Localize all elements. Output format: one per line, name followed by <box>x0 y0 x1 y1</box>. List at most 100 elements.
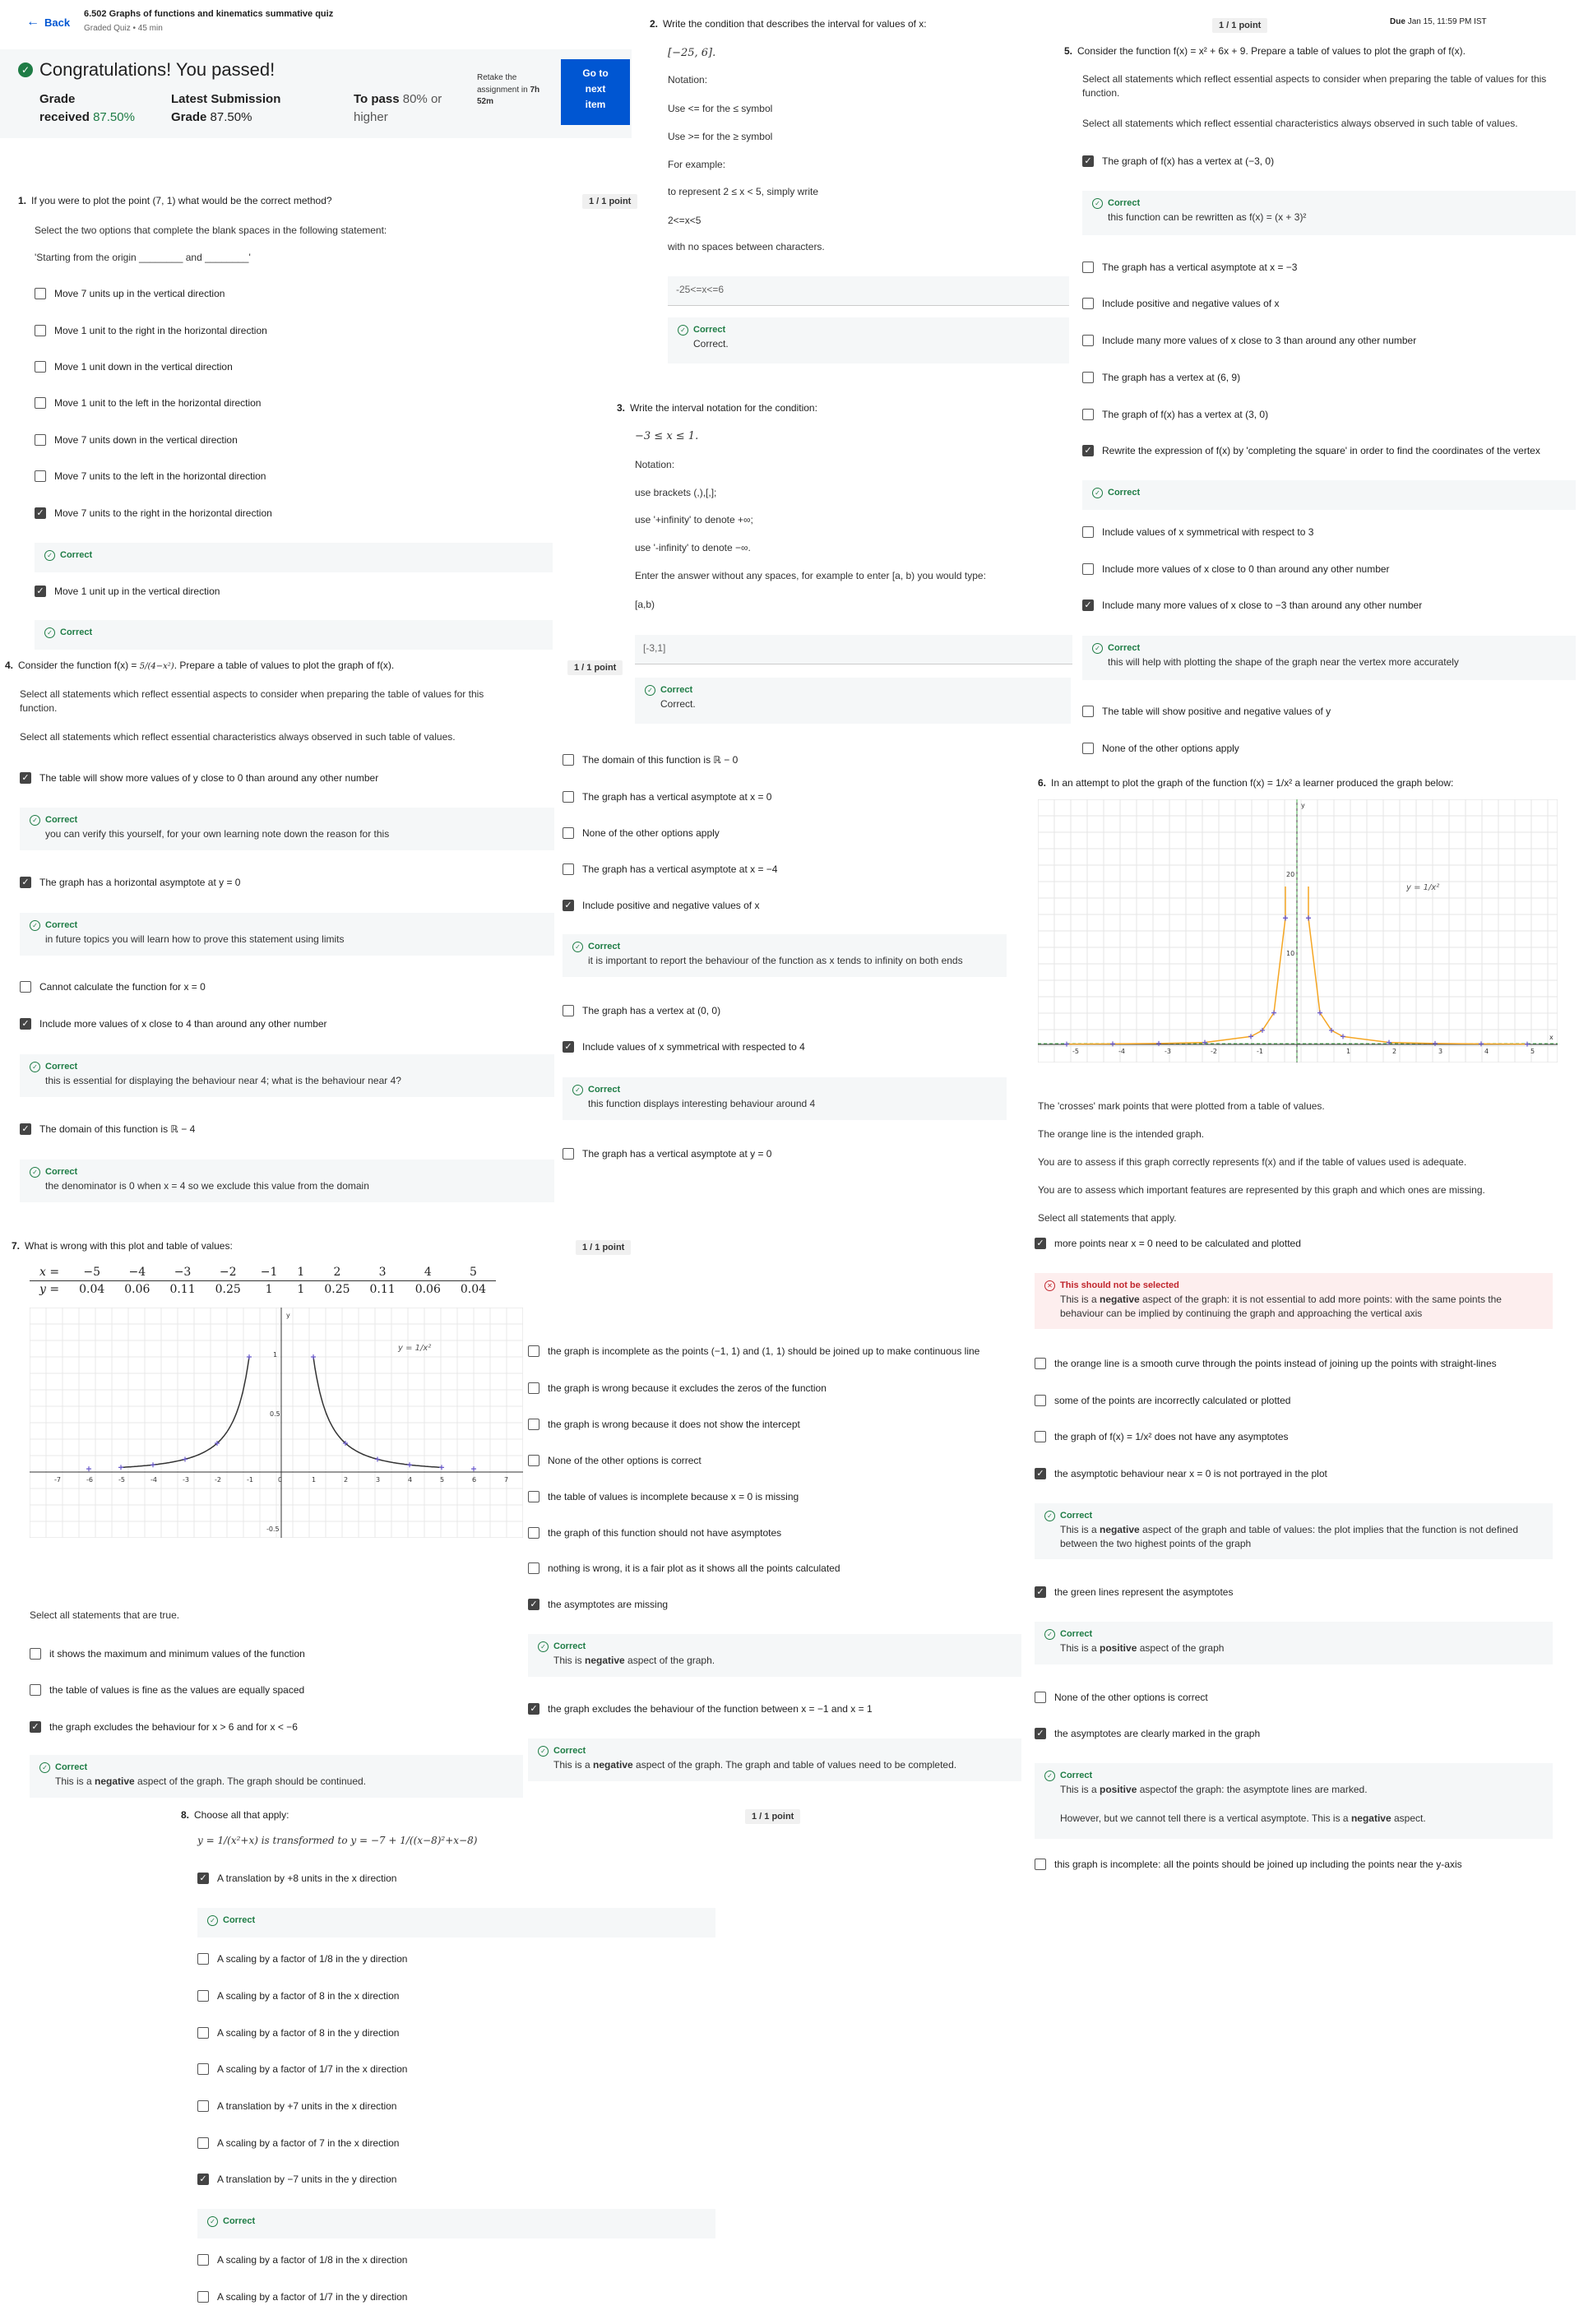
checkbox-checked[interactable]: ✓ <box>1082 155 1094 167</box>
checkbox[interactable] <box>35 470 46 482</box>
q7-option[interactable]: nothing is wrong, it is a fair plot as i… <box>528 1562 840 1574</box>
q4-option[interactable]: ✓ Include values of x symmetrical with re… <box>563 1041 805 1053</box>
checkbox-checked[interactable]: ✓ <box>1035 1468 1046 1479</box>
q4-option[interactable]: ✓ The table will show more values of y cl… <box>20 772 378 784</box>
q8-option[interactable]: ✓ A translation by +8 units in the x dire… <box>197 1873 396 1884</box>
checkbox[interactable] <box>30 1648 41 1660</box>
checkbox[interactable] <box>1035 1395 1046 1406</box>
checkbox[interactable] <box>35 288 46 299</box>
q1-option[interactable]: Move 7 units to the left in the horizont… <box>35 470 266 482</box>
q1-option[interactable]: ✓ Move 7 units to the right in the horizo… <box>35 507 272 519</box>
q8-option[interactable]: A scaling by a factor of 7 in the x dire… <box>197 2137 399 2149</box>
checkbox-checked[interactable]: ✓ <box>20 1018 31 1030</box>
q6-option[interactable]: ✓ the green lines represent the asymptote… <box>1035 1586 1233 1598</box>
checkbox[interactable] <box>563 1148 574 1160</box>
q5-option[interactable]: Include positive and negative values of … <box>1082 298 1279 309</box>
q5-option[interactable]: The graph of f(x) has a vertex at (3, 0) <box>1082 409 1268 420</box>
checkbox[interactable] <box>20 981 31 993</box>
checkbox[interactable] <box>35 434 46 446</box>
q5-option[interactable]: Include values of x symmetrical with res… <box>1082 526 1313 538</box>
checkbox-checked[interactable]: ✓ <box>35 507 46 519</box>
q5-option[interactable]: Include many more values of x close to 3… <box>1082 335 1416 346</box>
q8-option[interactable]: A scaling by a factor of 1/8 in the x di… <box>197 2254 407 2266</box>
q5-option[interactable]: ✓ The graph of f(x) has a vertex at (−3, … <box>1082 155 1274 167</box>
checkbox[interactable] <box>528 1345 539 1357</box>
q6-option[interactable]: ✓ more points near x = 0 need to be calcu… <box>1035 1238 1301 1249</box>
checkbox[interactable] <box>197 2027 209 2039</box>
q8-option[interactable]: ✓ A translation by −7 units in the y dire… <box>197 2174 396 2185</box>
checkbox[interactable] <box>1082 335 1094 346</box>
checkbox[interactable] <box>197 2137 209 2149</box>
q7-option[interactable]: the graph of this function should not ha… <box>528 1527 781 1539</box>
q4-option[interactable]: The graph has a vertex at (0, 0) <box>563 1005 720 1016</box>
q1-option[interactable]: Move 1 unit to the right in the horizont… <box>35 325 267 336</box>
checkbox[interactable] <box>1082 409 1094 420</box>
q1-option[interactable]: Move 1 unit down in the vertical directi… <box>35 361 233 373</box>
checkbox[interactable] <box>1082 262 1094 273</box>
checkbox[interactable] <box>563 791 574 803</box>
checkbox[interactable] <box>1082 526 1094 538</box>
checkbox-checked[interactable]: ✓ <box>20 877 31 888</box>
checkbox[interactable] <box>30 1684 41 1696</box>
q6-option[interactable]: some of the points are incorrectly calcu… <box>1035 1395 1290 1406</box>
back-link[interactable]: ← Back <box>26 15 70 30</box>
checkbox[interactable] <box>197 2291 209 2303</box>
q5-option[interactable]: ✓ Include many more values of x close to … <box>1082 600 1422 611</box>
q1-option[interactable]: Move 7 units up in the vertical directio… <box>35 288 225 299</box>
checkbox[interactable] <box>197 2254 209 2266</box>
checkbox-checked[interactable]: ✓ <box>197 1873 209 1884</box>
q1-option[interactable]: Move 1 unit to the left in the horizonta… <box>35 397 261 409</box>
q8-option[interactable]: A scaling by a factor of 1/8 in the y di… <box>197 1953 407 1965</box>
q8-option[interactable]: A scaling by a factor of 8 in the y dire… <box>197 2027 399 2039</box>
checkbox[interactable] <box>35 325 46 336</box>
q5-option[interactable]: The graph has a vertical asymptote at x … <box>1082 262 1297 273</box>
checkbox[interactable] <box>528 1491 539 1502</box>
checkbox-checked[interactable]: ✓ <box>197 2174 209 2185</box>
checkbox[interactable] <box>528 1419 539 1430</box>
checkbox[interactable] <box>528 1527 539 1539</box>
q3-answer-input[interactable]: [-3,1] <box>635 635 1072 664</box>
q8-option[interactable]: A translation by +7 units in the x direc… <box>197 2100 396 2112</box>
q5-option[interactable]: None of the other options apply <box>1082 743 1239 754</box>
q4-option[interactable]: ✓ Include positive and negative values of… <box>563 900 759 911</box>
q6-option[interactable]: None of the other options is correct <box>1035 1692 1208 1703</box>
q4-option[interactable]: None of the other options apply <box>563 827 720 839</box>
checkbox[interactable] <box>1082 706 1094 717</box>
checkbox[interactable] <box>528 1562 539 1574</box>
q1-option[interactable]: ✓ Move 1 unit up in the vertical directio… <box>35 586 220 597</box>
checkbox[interactable] <box>1035 1692 1046 1703</box>
checkbox-checked[interactable]: ✓ <box>20 1123 31 1135</box>
checkbox-checked[interactable]: ✓ <box>1035 1238 1046 1249</box>
checkbox[interactable] <box>197 2063 209 2075</box>
checkbox[interactable] <box>563 863 574 875</box>
q4-option[interactable]: ✓ The domain of this function is ℝ − 4 <box>20 1123 195 1135</box>
checkbox[interactable] <box>528 1382 539 1394</box>
checkbox[interactable] <box>197 2100 209 2112</box>
q6-option[interactable]: the orange line is a smooth curve throug… <box>1035 1358 1497 1369</box>
q4-option[interactable]: ✓ The graph has a horizontal asymptote at… <box>20 877 240 888</box>
q4-option[interactable]: The graph has a vertical asymptote at x … <box>563 791 771 803</box>
q4-option[interactable]: The domain of this function is ℝ − 0 <box>563 754 738 766</box>
q4-option[interactable]: Cannot calculate the function for x = 0 <box>20 981 206 993</box>
q8-option[interactable]: A scaling by a factor of 1/7 in the x di… <box>197 2063 407 2075</box>
checkbox[interactable] <box>1082 298 1094 309</box>
checkbox[interactable] <box>35 361 46 373</box>
checkbox[interactable] <box>35 397 46 409</box>
q6-option[interactable]: this graph is incomplete: all the points… <box>1035 1859 1462 1870</box>
checkbox-checked[interactable]: ✓ <box>563 1041 574 1053</box>
q4-option[interactable]: The graph has a vertical asymptote at x … <box>563 863 777 875</box>
q7-option[interactable]: None of the other options is correct <box>528 1455 702 1466</box>
q8-option[interactable]: A scaling by a factor of 8 in the x dire… <box>197 1990 399 2002</box>
checkbox-checked[interactable]: ✓ <box>1082 445 1094 456</box>
checkbox[interactable] <box>1082 743 1094 754</box>
q7-option[interactable]: the graph is incomplete as the points (−… <box>528 1345 979 1357</box>
q6-option[interactable]: the graph of f(x) = 1/x² does not have a… <box>1035 1431 1289 1442</box>
checkbox[interactable] <box>197 1953 209 1965</box>
checkbox-checked[interactable]: ✓ <box>30 1721 41 1733</box>
q7-option[interactable]: the table of values is fine as the value… <box>30 1684 304 1696</box>
checkbox-checked[interactable]: ✓ <box>528 1703 539 1715</box>
checkbox[interactable] <box>528 1455 539 1466</box>
q4-option[interactable]: ✓ Include more values of x close to 4 tha… <box>20 1018 327 1030</box>
checkbox[interactable] <box>1035 1431 1046 1442</box>
q6-option[interactable]: ✓ the asymptotes are clearly marked in th… <box>1035 1728 1260 1739</box>
